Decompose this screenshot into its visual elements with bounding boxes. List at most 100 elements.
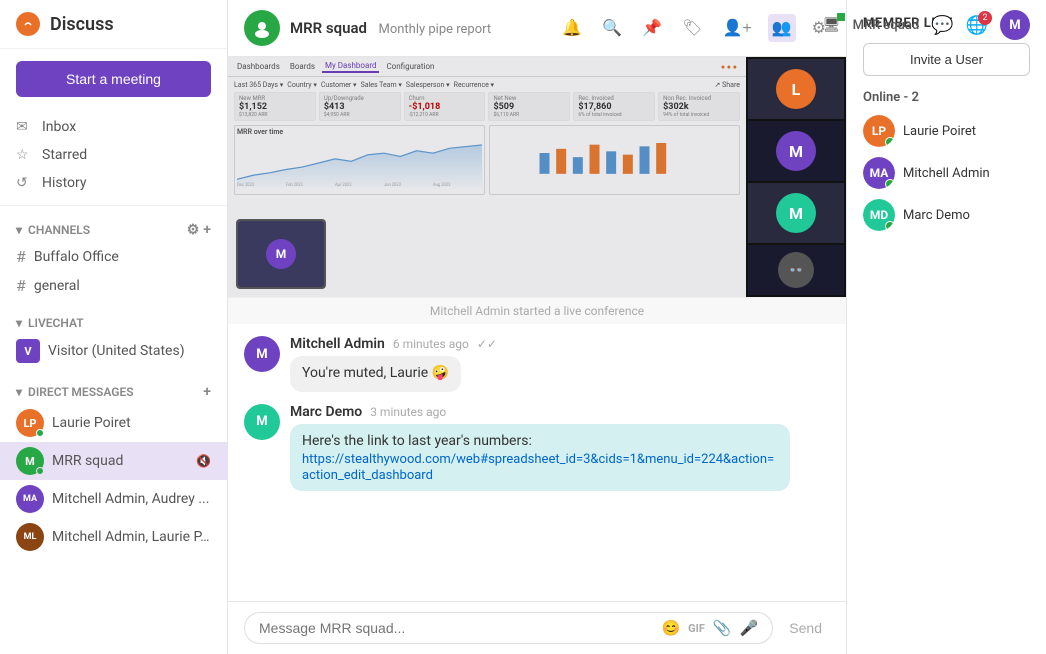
- messages-area: M Mitchell Admin 6 minutes ago ✓✓ You're…: [228, 324, 846, 601]
- dashboard-topbar: Dashboards Boards My Dashboard Configura…: [228, 57, 746, 77]
- msg2-text: Here's the link to last year's numbers:: [302, 432, 778, 452]
- send-button[interactable]: Send: [781, 620, 830, 636]
- sidebar-nav-history-label: History: [42, 175, 87, 191]
- invite-user-button[interactable]: Invite a User: [863, 43, 1030, 76]
- message-input-wrapper: 😊 GIF 📎 🎤: [244, 612, 773, 644]
- laurie-status-dot: [885, 137, 895, 147]
- dm-item-mitchell-audrey[interactable]: MA Mitchell Admin, Audrey ...: [0, 480, 227, 518]
- sidebar-header: Discuss: [0, 0, 227, 49]
- channel-general-label: general: [34, 278, 80, 294]
- member-laurie-name: Laurie Poiret: [903, 124, 976, 139]
- visitor-avatar: V: [16, 339, 40, 363]
- microphone-icon[interactable]: 🎤: [740, 619, 759, 637]
- bar-chart: [492, 128, 737, 178]
- dm-item-mitchell-laurie[interactable]: ML Mitchell Admin, Laurie P...: [0, 518, 227, 556]
- add-member-button[interactable]: 👤+: [718, 14, 755, 42]
- laurie-avatar: LP: [16, 409, 44, 437]
- video-conference-area: Dashboards Boards My Dashboard Configura…: [228, 57, 846, 297]
- dash-tab-my-dashboard: My Dashboard: [322, 60, 379, 73]
- dm-mrr-name: MRR squad: [52, 453, 188, 469]
- livechat-section-toggle[interactable]: ▾ LIVECHAT: [16, 316, 84, 330]
- svg-text:Apr 2023: Apr 2023: [335, 182, 352, 187]
- emoji-icon[interactable]: 😊: [661, 619, 680, 637]
- mitchell-audrey-avatar: MA: [16, 485, 44, 513]
- dm-section: ▾ DIRECT MESSAGES + LP Laurie Poiret M M…: [0, 372, 227, 560]
- attachment-icon[interactable]: 📎: [713, 619, 732, 637]
- marc-member-avatar: MD: [863, 199, 895, 231]
- sidebar-nav-starred-label: Starred: [42, 147, 87, 163]
- notification-bell: 🌐 2: [966, 15, 988, 36]
- msg2-link[interactable]: https://stealthywood.com/web#spreadsheet…: [302, 452, 774, 483]
- msg2-body: Marc Demo 3 minutes ago Here's the link …: [290, 404, 830, 492]
- app-topbar: 🖥 MRR squad 💬 🌐 2 M: [823, 10, 1030, 40]
- dm-item-mrr-squad[interactable]: M MRR squad 🔇: [0, 442, 227, 480]
- dash-close-icons: ● ● ●: [718, 62, 740, 72]
- channels-add-icon[interactable]: +: [203, 222, 211, 238]
- channels-section-header: ▾ CHANNELS ⚙ +: [0, 218, 227, 242]
- svg-text:Dec 2022: Dec 2022: [237, 182, 255, 187]
- msg1-check: ✓✓: [477, 337, 497, 351]
- tag-button[interactable]: 🏷: [678, 14, 706, 42]
- message-input-area: 😊 GIF 📎 🎤 Send: [228, 601, 846, 654]
- video-main: Dashboards Boards My Dashboard Configura…: [228, 57, 746, 297]
- channel-item-general[interactable]: # general: [0, 271, 227, 300]
- pin-button[interactable]: 📌: [638, 14, 666, 42]
- chat-header: MRR squad Monthly pipe report 🔔 🔍 📌 🏷 👤+…: [228, 0, 846, 57]
- inbox-icon: ✉: [16, 119, 32, 135]
- dm-item-laurie[interactable]: LP Laurie Poiret: [0, 404, 227, 442]
- history-icon: ↺: [16, 175, 32, 191]
- search-button[interactable]: 🔍: [598, 14, 626, 42]
- livechat-item-visitor[interactable]: V Visitor (United States): [0, 334, 227, 368]
- dm-mitchell-laurie-name: Mitchell Admin, Laurie P...: [52, 529, 211, 545]
- msg2-time: 3 minutes ago: [370, 405, 446, 419]
- msg1-bubble: You're muted, Laurie 🤪: [290, 356, 461, 392]
- message-input[interactable]: [259, 620, 653, 636]
- marc-status-dot: [885, 221, 895, 231]
- video-thumb-4: 👓: [748, 245, 844, 295]
- msg2-bubble: Here's the link to last year's numbers: …: [290, 424, 790, 492]
- message-1: M Mitchell Admin 6 minutes ago ✓✓ You're…: [244, 336, 830, 392]
- msg1-text: You're muted, Laurie 🤪: [302, 365, 449, 381]
- gif-icon[interactable]: GIF: [688, 622, 705, 635]
- channels-settings-icon[interactable]: ⚙: [187, 222, 200, 238]
- msg1-body: Mitchell Admin 6 minutes ago ✓✓ You're m…: [290, 336, 830, 392]
- dm-laurie-name: Laurie Poiret: [52, 415, 211, 431]
- chevron-down-icon: ▾: [16, 223, 22, 237]
- channel-item-buffalo[interactable]: # Buffalo Office: [0, 242, 227, 271]
- video-thumb-1: L: [748, 59, 844, 119]
- livechat-label: LIVECHAT: [28, 316, 84, 330]
- member-marc-name: Marc Demo: [903, 208, 970, 223]
- message-2: M Marc Demo 3 minutes ago Here's the lin…: [244, 404, 830, 492]
- video-thumb-3: M: [748, 183, 844, 243]
- video-thumb-2: M: [748, 121, 844, 181]
- svg-text:Aug 2023: Aug 2023: [433, 182, 451, 187]
- sidebar-item-history[interactable]: ↺ History: [0, 169, 227, 197]
- visitor-label: Visitor (United States): [48, 343, 185, 359]
- chat-header-avatar: [244, 10, 280, 46]
- filter-recurrence: Recurrence ▾: [454, 81, 494, 89]
- hash-icon: #: [16, 247, 26, 266]
- chevron-down-icon-dm: ▾: [16, 385, 22, 399]
- hash-icon-2: #: [16, 276, 26, 295]
- sidebar: Discuss Start a meeting ✉ Inbox ☆ Starre…: [0, 0, 228, 654]
- sidebar-item-starred[interactable]: ☆ Starred: [0, 141, 227, 169]
- dm-add-icon[interactable]: +: [203, 384, 211, 400]
- sidebar-navigation: ✉ Inbox ☆ Starred ↺ History: [0, 109, 227, 201]
- bell-button[interactable]: 🔔: [558, 14, 586, 42]
- dm-section-toggle[interactable]: ▾ DIRECT MESSAGES: [16, 385, 134, 399]
- msg2-header: Marc Demo 3 minutes ago: [290, 404, 830, 420]
- start-meeting-button[interactable]: Start a meeting: [16, 61, 211, 97]
- member-item-mitchell: MA Mitchell Admin: [863, 157, 1030, 189]
- sidebar-item-inbox[interactable]: ✉ Inbox: [0, 113, 227, 141]
- svg-text:Feb 2023: Feb 2023: [286, 182, 304, 187]
- member-item-marc: MD Marc Demo: [863, 199, 1030, 231]
- channels-section-toggle[interactable]: ▾ CHANNELS: [16, 223, 90, 237]
- sidebar-nav-inbox-label: Inbox: [42, 119, 76, 135]
- member-list-button[interactable]: 👥: [768, 14, 796, 42]
- msg1-header: Mitchell Admin 6 minutes ago ✓✓: [290, 336, 830, 352]
- chevron-down-icon-livechat: ▾: [16, 316, 22, 330]
- topbar-channel-name: MRR squad: [853, 18, 920, 33]
- user-avatar-topbar[interactable]: M: [1000, 10, 1030, 40]
- member-mitchell-name: Mitchell Admin: [903, 166, 990, 181]
- dash-tab-dashboards: Dashboards: [234, 61, 283, 72]
